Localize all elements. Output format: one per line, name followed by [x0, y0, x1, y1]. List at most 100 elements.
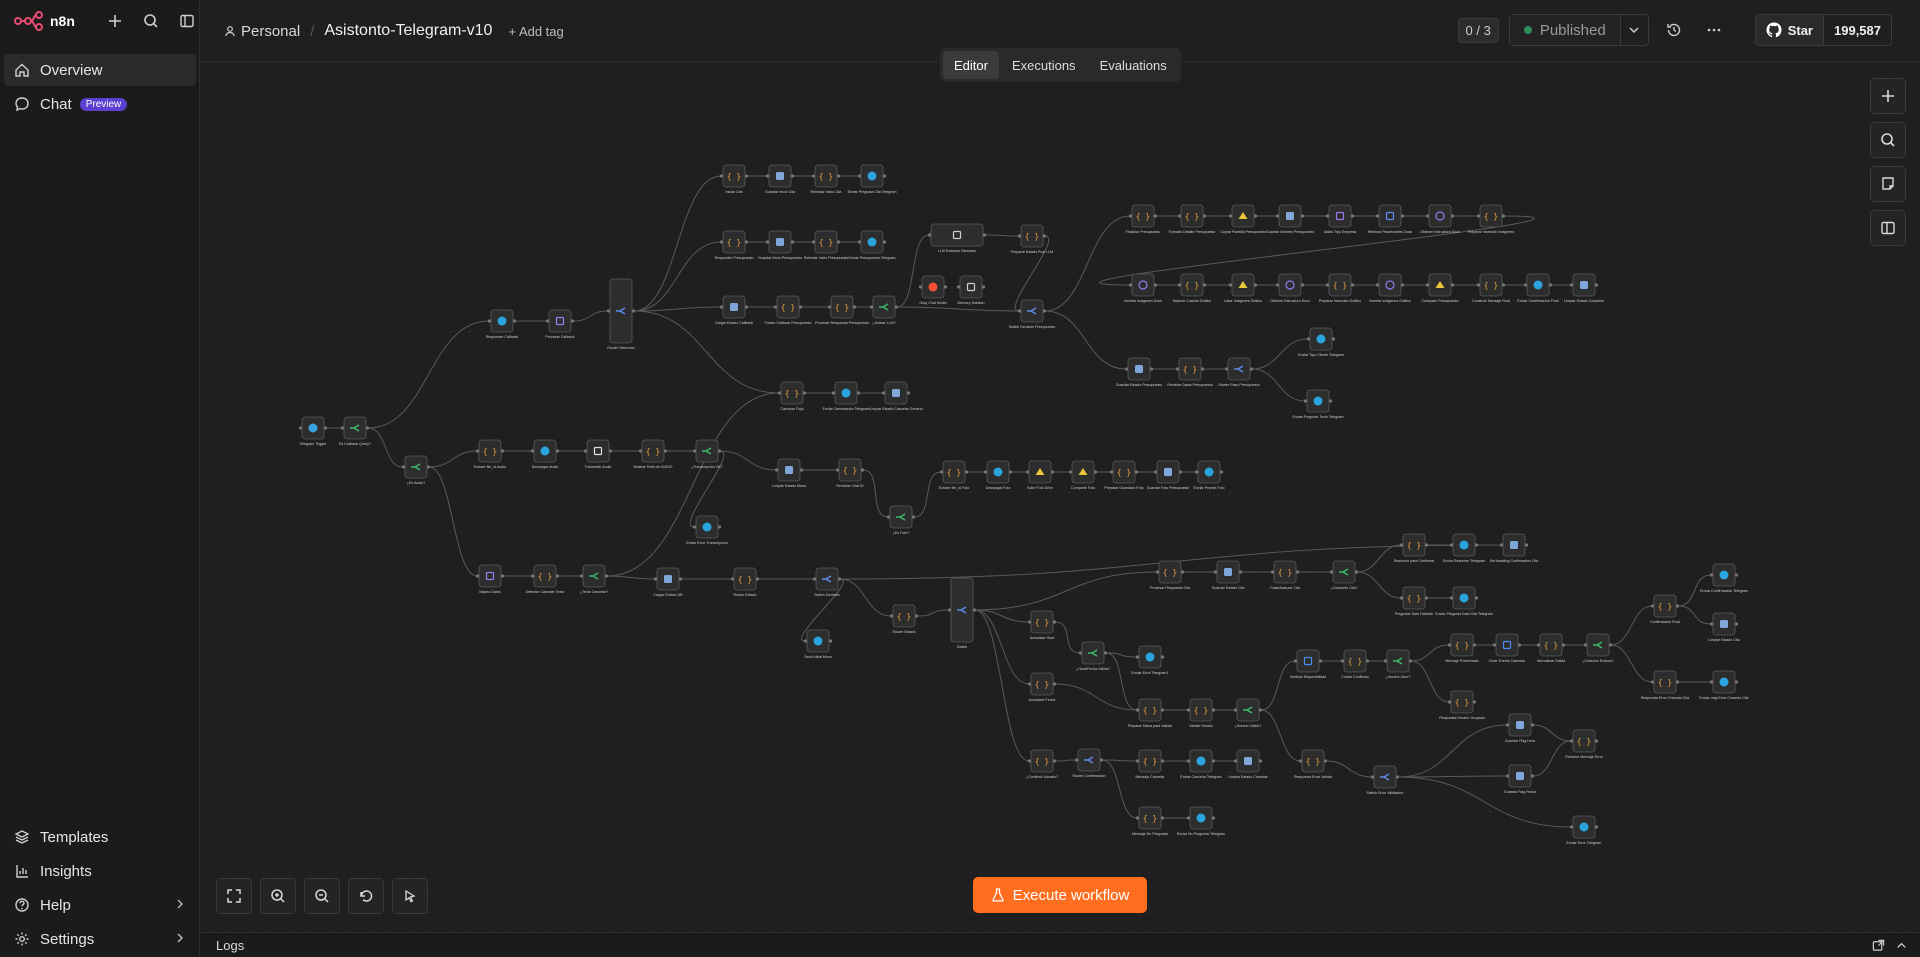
- workflow-node[interactable]: Send Initial Menu: [803, 629, 833, 659]
- node-input-handle[interactable]: [1650, 680, 1655, 684]
- sidebar-item-overview[interactable]: Overview: [4, 54, 196, 86]
- node-input-handle[interactable]: [1293, 659, 1298, 663]
- node-input-handle[interactable]: [947, 608, 952, 612]
- node-input-handle[interactable]: [340, 426, 345, 430]
- node-output-handle[interactable]: [860, 468, 865, 472]
- node-output-handle[interactable]: [678, 577, 683, 581]
- workflow-node[interactable]: { } Preparar Datos para Validar: [1128, 698, 1173, 728]
- workflow-node[interactable]: Compartir Presupuesto: [1422, 273, 1459, 303]
- workflow-node[interactable]: { } Preparar Estado Post LLM: [1011, 224, 1053, 254]
- node-output-handle[interactable]: [1160, 655, 1165, 659]
- node-input-handle[interactable]: [1155, 570, 1160, 574]
- tab-editor[interactable]: Editor: [943, 51, 999, 79]
- node-input-handle[interactable]: [1536, 643, 1541, 647]
- node-output-handle[interactable]: [981, 285, 986, 289]
- workflow-node[interactable]: Limpiar Estado Completo: [1564, 273, 1604, 303]
- node-output-handle[interactable]: [799, 468, 804, 472]
- node-output-handle[interactable]: [1365, 659, 1370, 663]
- node-output-handle[interactable]: [1350, 283, 1355, 287]
- github-star-button[interactable]: Star: [1755, 15, 1823, 45]
- node-input-handle[interactable]: [1177, 283, 1182, 287]
- node-box[interactable]: [1296, 649, 1320, 673]
- workflow-node[interactable]: ¿Horario Libre?: [1383, 649, 1413, 679]
- workflow-node[interactable]: Cargar Estado Callback: [715, 295, 753, 325]
- node-output-handle[interactable]: [1734, 573, 1739, 577]
- node-output-handle[interactable]: [1318, 659, 1323, 663]
- workflow-node[interactable]: Limpiar Estado Cancelar: [1228, 749, 1268, 779]
- workflow-node[interactable]: Set Awaiting Confirmation Cita: [1490, 533, 1538, 563]
- node-input-handle[interactable]: [1329, 570, 1334, 574]
- workflow-node[interactable]: { } Procesar Respuesta Presupuesto: [815, 295, 869, 325]
- node-output-handle[interactable]: [604, 574, 609, 578]
- node-output-handle[interactable]: [717, 525, 722, 529]
- node-input-handle[interactable]: [583, 449, 588, 453]
- workflow-node[interactable]: { } Finalizar Presupuesto: [1126, 204, 1161, 234]
- node-output-handle[interactable]: [631, 309, 636, 313]
- workflow-node[interactable]: { } Fusión Callback Presupuesto: [765, 295, 812, 325]
- node-output-handle[interactable]: [608, 449, 613, 453]
- node-input-handle[interactable]: [1186, 759, 1191, 763]
- node-input-handle[interactable]: [1399, 596, 1404, 600]
- zoom-in-button[interactable]: [260, 878, 296, 914]
- workflow-node[interactable]: Guardar Flag Hora: [1505, 713, 1535, 743]
- node-input-handle[interactable]: [1492, 643, 1497, 647]
- node-output-handle[interactable]: [1524, 543, 1529, 547]
- workflow-node[interactable]: Copiar Plantilla Presupuesto: [1220, 204, 1266, 234]
- node-output-handle[interactable]: [852, 305, 857, 309]
- execute-workflow-button[interactable]: Execute workflow: [973, 877, 1147, 913]
- workflow-node[interactable]: { } Responder Presupuesto: [715, 230, 754, 260]
- workflow-node[interactable]: Enviar Resumen Telegram: [1443, 533, 1485, 563]
- node-output-handle[interactable]: [1211, 816, 1216, 820]
- node-output-handle[interactable]: [943, 285, 948, 289]
- node-output-handle[interactable]: [323, 426, 328, 430]
- zoom-out-button[interactable]: [304, 878, 340, 914]
- node-input-handle[interactable]: [487, 319, 492, 323]
- node-output-handle[interactable]: [717, 449, 722, 453]
- workflow-node[interactable]: Guardar Estado Presupuesto: [1116, 357, 1163, 387]
- node-input-handle[interactable]: [803, 639, 808, 643]
- node-input-handle[interactable]: [1447, 700, 1452, 704]
- node-input-handle[interactable]: [1275, 214, 1280, 218]
- node-output-handle[interactable]: [1211, 708, 1216, 712]
- workflow-node[interactable]: { } Reiniciar Mensaje Error: [1565, 729, 1604, 759]
- node-input-handle[interactable]: [1399, 543, 1404, 547]
- node-box[interactable]: [1278, 273, 1302, 297]
- workflow-node[interactable]: Obtener Estructura Docs: [1420, 204, 1460, 234]
- node-output-handle[interactable]: [1178, 470, 1183, 474]
- node-box[interactable]: [548, 309, 572, 333]
- workflow-node[interactable]: Crear Evento Calendar: [1489, 633, 1527, 663]
- workflow-node[interactable]: { } Contar Conflictos: [1340, 649, 1370, 679]
- node-output-handle[interactable]: [1474, 543, 1479, 547]
- node-input-handle[interactable]: [1505, 774, 1510, 778]
- workflow-node[interactable]: Enviar Presupuesto Telegram: [848, 230, 896, 260]
- node-output-handle[interactable]: [982, 233, 987, 237]
- undo-button[interactable]: [348, 878, 384, 914]
- node-output-handle[interactable]: [1253, 283, 1258, 287]
- workflow-node[interactable]: { } Validar Horario: [1186, 698, 1216, 728]
- node-input-handle[interactable]: [1194, 470, 1199, 474]
- node-input-handle[interactable]: [1449, 596, 1454, 600]
- node-input-handle[interactable]: [1128, 283, 1133, 287]
- workflow-graph[interactable]: Telegram Trigger Es Callback Query? ¿Es Au…: [200, 62, 1920, 932]
- workflow-node[interactable]: { } Mejorar Cuantía Gráfico: [1173, 273, 1211, 303]
- node-output-handle[interactable]: [911, 515, 916, 519]
- node-output-handle[interactable]: [1450, 214, 1455, 218]
- node-input-handle[interactable]: [1186, 816, 1191, 820]
- node-input-handle[interactable]: [765, 240, 770, 244]
- node-input-handle[interactable]: [811, 174, 816, 178]
- node-input-handle[interactable]: [1583, 643, 1588, 647]
- workflow-node[interactable]: Enviar Prompt Foto: [1194, 460, 1225, 490]
- node-input-handle[interactable]: [1135, 816, 1140, 820]
- workflow-node[interactable]: Enviar Pregunta Dato Cita Telegram: [1435, 586, 1493, 616]
- publish-button[interactable]: Published: [1509, 15, 1620, 45]
- workflow-node[interactable]: { } Router Estado: [889, 604, 919, 634]
- node-input-handle[interactable]: [730, 577, 735, 581]
- sticky-note-button[interactable]: [1870, 166, 1906, 202]
- workflow-node[interactable]: Enviar Cancelar Telegram: [1180, 749, 1222, 779]
- node-input-handle[interactable]: [1135, 655, 1140, 659]
- node-output-handle[interactable]: [1450, 283, 1455, 287]
- node-input-handle[interactable]: [827, 305, 832, 309]
- workflow-node[interactable]: Enviar Error Telegram: [1567, 815, 1602, 845]
- node-input-handle[interactable]: [475, 574, 480, 578]
- node-input-handle[interactable]: [1025, 470, 1030, 474]
